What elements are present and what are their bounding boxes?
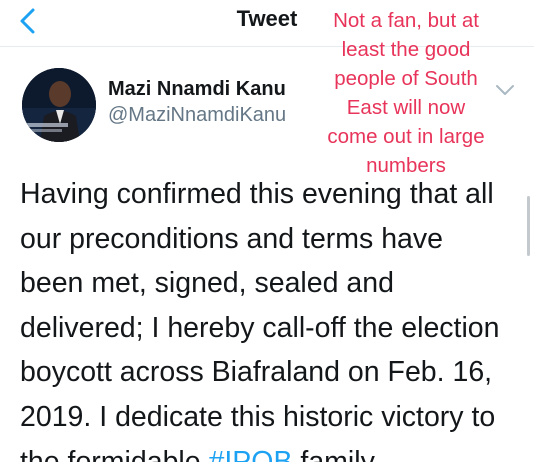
overlay-line: people of South: [334, 67, 478, 90]
tweet-line: our preconditions and terms have: [20, 222, 443, 255]
avatar-photo-icon: [22, 68, 96, 142]
tweet-line: 2019. I dedicate this historic victory t…: [20, 400, 496, 433]
tweet-line: been met, signed, sealed and: [20, 267, 394, 300]
scrollbar[interactable]: [527, 196, 530, 256]
overlay-line: least the good: [341, 38, 471, 61]
tweet-line: boycott across Biafraland on Feb. 16,: [20, 356, 493, 389]
page-title-text: Tweet: [236, 6, 298, 31]
tweet-screen: Tweet Mazi Nnamdi Kanu @MaziNnamdiKanu N…: [0, 0, 534, 462]
tweet-text-fragment: family: [292, 445, 375, 462]
overlay-line: come out in large: [327, 125, 485, 148]
overlay-line: Not a fan, but at: [333, 9, 479, 32]
hashtag-link[interactable]: #IPOB: [209, 446, 293, 462]
overlay-caption: Not a fan, but at least the good people …: [306, 6, 506, 180]
avatar[interactable]: [22, 68, 96, 142]
tweet-line: delivered; I hereby call-off the electio…: [20, 311, 500, 344]
tweet-text-fragment: the formidable: [20, 445, 209, 462]
tweet-line-last: the formidable #IPOB family: [20, 440, 520, 462]
tweet-line: Having confirmed this evening that all: [20, 178, 494, 210]
author-handle[interactable]: @MaziNnamdiKanu: [108, 104, 286, 127]
tweet-text: Having confirmed this evening that all o…: [20, 172, 520, 462]
overlay-line: East will now: [346, 96, 466, 119]
author-name[interactable]: Mazi Nnamdi Kanu: [108, 78, 286, 101]
